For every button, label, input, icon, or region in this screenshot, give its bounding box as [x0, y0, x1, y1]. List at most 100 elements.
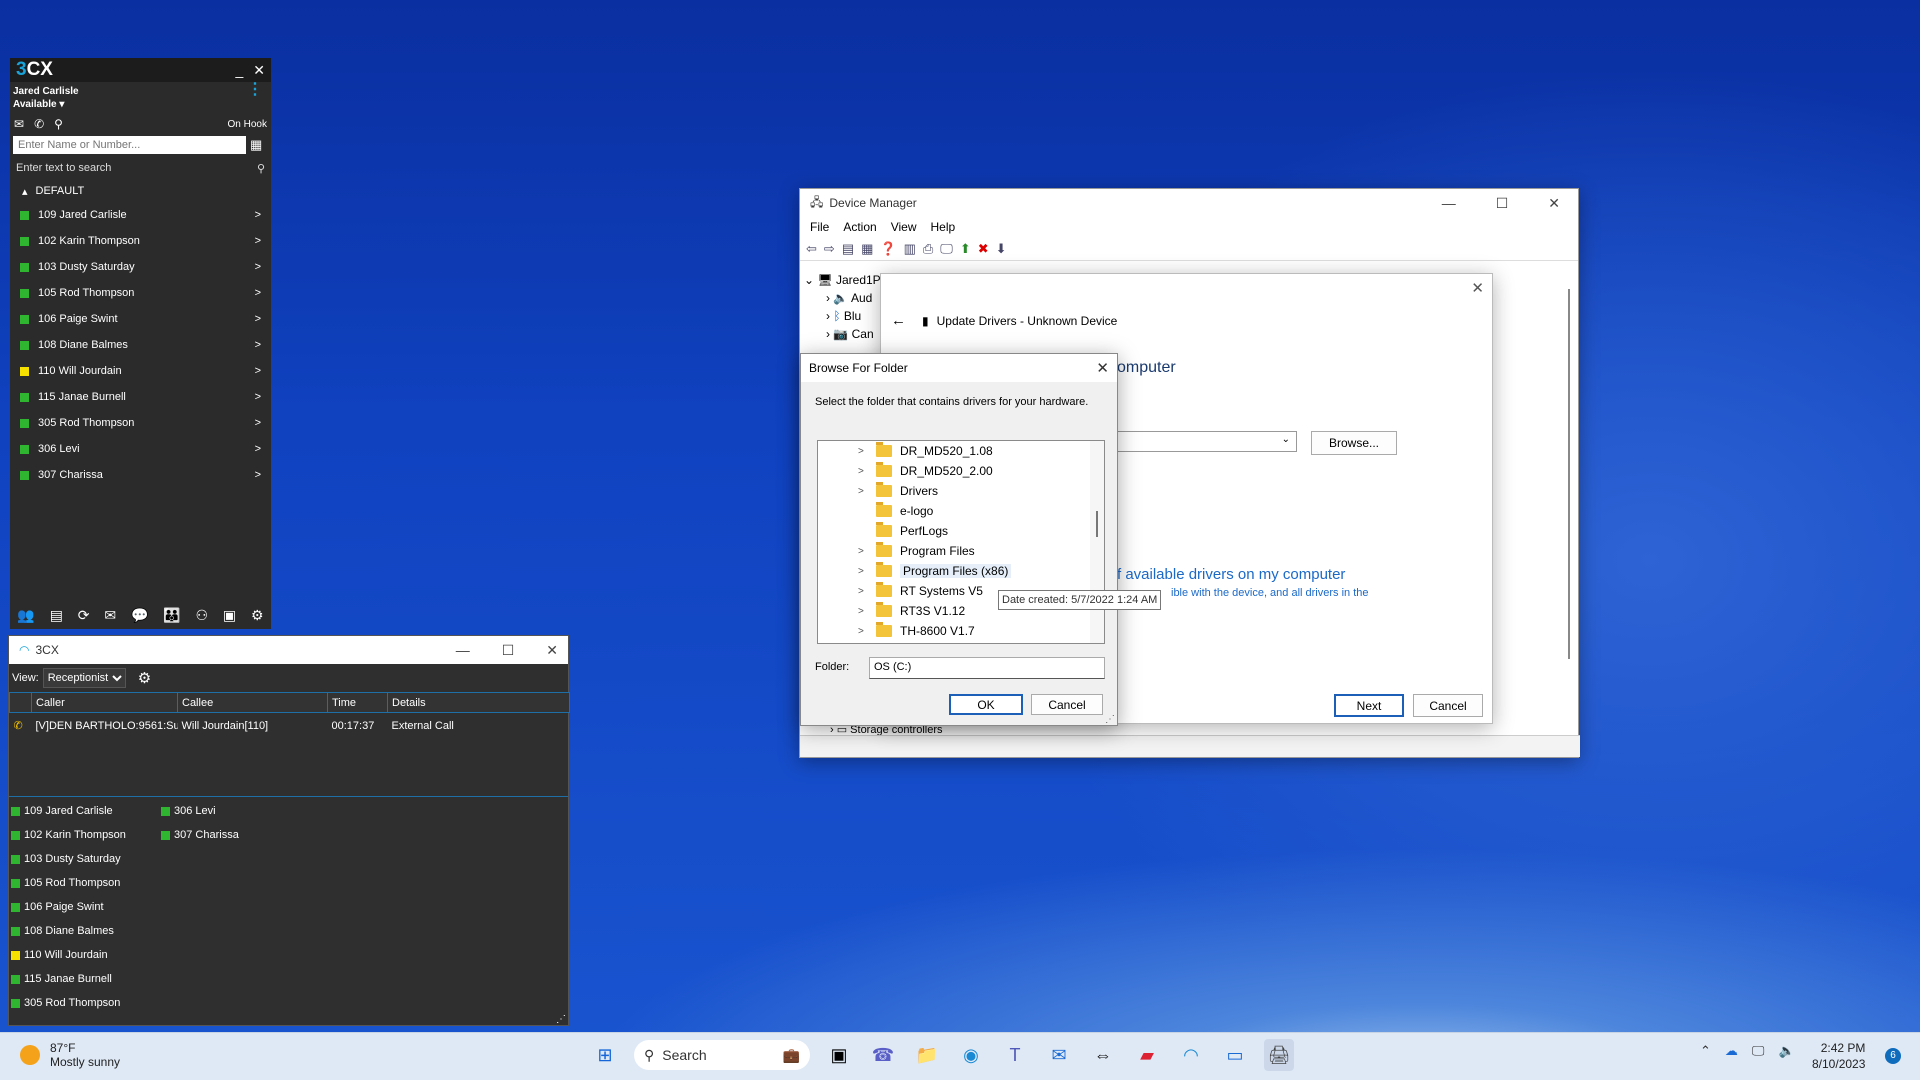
tree-item-bluetooth[interactable]: › ᛒ Blu [804, 307, 881, 325]
file-explorer-icon[interactable]: 📁 [912, 1039, 942, 1071]
uninstall-icon[interactable]: ✖ [978, 241, 989, 257]
monitor-icon[interactable]: 🖵 [940, 241, 953, 257]
chevron-up-icon[interactable]: ⌃ [1700, 1043, 1711, 1059]
minimize-icon[interactable]: — [456, 642, 470, 659]
weather-widget[interactable]: 87°F Mostly sunny [20, 1041, 120, 1069]
folder-item[interactable]: > TH-8600 V1.7 [818, 621, 1104, 641]
callee-header[interactable]: Callee [177, 692, 328, 713]
conference-icon[interactable]: 👪 [163, 607, 180, 624]
back-icon[interactable]: ⇦ [806, 241, 817, 257]
group-icon[interactable]: ⚇ [196, 607, 209, 624]
download-icon[interactable]: ⬇ [996, 241, 1007, 257]
task-view-icon[interactable]: ▣ [824, 1039, 854, 1071]
folder-item[interactable]: e-logo [818, 501, 1104, 521]
scrollbar[interactable] [1568, 289, 1570, 659]
extension-item[interactable]: 115 Janae Burnell [11, 967, 161, 991]
search-icon[interactable]: ⚲ [257, 162, 265, 175]
close-icon[interactable]: ✕ [1548, 195, 1560, 212]
chevron-right-icon[interactable]: > [255, 209, 261, 221]
details-header[interactable]: Details [387, 692, 570, 713]
chevron-right-icon[interactable]: > [858, 486, 868, 497]
teams-icon[interactable]: T [1000, 1039, 1030, 1071]
search-icon[interactable]: ⚲ [54, 117, 63, 131]
table-row[interactable]: ✆ [V]DEN BARTHOLO:9561:Su Will Jourdain[… [10, 713, 570, 739]
extension-item[interactable]: 102 Karin Thompson [11, 823, 161, 847]
contact-item[interactable]: 305 Rod Thompson > [10, 410, 271, 436]
extension-item[interactable]: 306 Levi [161, 799, 311, 823]
resize-grip-icon[interactable]: ⋰ [556, 1014, 566, 1025]
contact-item[interactable]: 108 Diane Balmes > [10, 332, 271, 358]
phone-icon[interactable]: ✆ [34, 117, 44, 131]
taskbar-search[interactable]: ⚲ Search 💼 [634, 1040, 810, 1070]
onedrive-icon[interactable]: ☁ [1725, 1043, 1738, 1059]
maximize-icon[interactable]: ☐ [1496, 195, 1509, 212]
view-select[interactable]: Receptionist [42, 668, 126, 688]
folder-item[interactable]: > DR_MD520_1.08 [818, 441, 1104, 461]
more-options-icon[interactable]: ⋮ [247, 82, 263, 98]
folder-item[interactable]: > Drivers [818, 481, 1104, 501]
cancel-button[interactable]: Cancel [1031, 694, 1103, 715]
folder-item[interactable]: PerfLogs [818, 521, 1104, 541]
contact-item[interactable]: 109 Jared Carlisle > [10, 202, 271, 228]
extension-item[interactable]: 110 Will Jourdain [11, 943, 161, 967]
close-icon[interactable]: ✕ [1471, 279, 1484, 297]
contact-item[interactable]: 110 Will Jourdain > [10, 358, 271, 384]
properties-icon[interactable]: ▤ [842, 241, 854, 257]
start-icon[interactable]: ⊞ [590, 1039, 620, 1071]
chat-icon[interactable]: ☎ [868, 1039, 898, 1071]
chevron-right-icon[interactable]: > [255, 365, 261, 377]
extension-item[interactable]: 103 Dusty Saturday [11, 847, 161, 871]
chat-icon[interactable]: 💬 [131, 607, 148, 624]
settings-icon[interactable]: ⚙ [138, 669, 151, 687]
3cx-icon[interactable]: ◠ [1176, 1039, 1206, 1071]
chevron-right-icon[interactable]: > [255, 469, 261, 481]
back-icon[interactable]: ← [891, 312, 906, 329]
chevron-right-icon[interactable]: > [255, 287, 261, 299]
console-icon[interactable]: ▥ [904, 241, 916, 257]
voicemail-icon[interactable]: ✉ [104, 607, 116, 624]
tree-item-audio[interactable]: › 🔈 Aud [804, 289, 881, 307]
pick-from-list-link[interactable]: f available drivers on my computer [1117, 566, 1345, 583]
extension-item[interactable]: 305 Rod Thompson [11, 991, 161, 1015]
minimize-icon[interactable]: _ [235, 62, 243, 78]
device-manager-icon[interactable]: 🖨 [1264, 1039, 1294, 1071]
caller-header[interactable]: Caller [31, 692, 178, 713]
chevron-right-icon[interactable]: > [858, 546, 868, 557]
volume-icon[interactable]: 🔈 [1778, 1043, 1794, 1059]
contact-search[interactable]: Enter text to search ⚲ [10, 156, 271, 180]
contact-item[interactable]: 103 Dusty Saturday > [10, 254, 271, 280]
view-icon[interactable]: ▦ [861, 241, 873, 257]
maximize-icon[interactable]: ☐ [502, 642, 515, 659]
chevron-right-icon[interactable]: > [255, 235, 261, 247]
contact-item[interactable]: 106 Paige Swint > [10, 306, 271, 332]
chevron-right-icon[interactable]: > [858, 446, 868, 457]
menu-file[interactable]: File [810, 220, 829, 234]
cancel-button[interactable]: Cancel [1413, 694, 1483, 717]
contact-item[interactable]: 115 Janae Burnell > [10, 384, 271, 410]
browse-button[interactable]: Browse... [1311, 431, 1397, 455]
app-icon[interactable]: ▰ [1132, 1039, 1162, 1071]
forward-icon[interactable]: ⇨ [824, 241, 835, 257]
extension-item[interactable]: 106 Paige Swint [11, 895, 161, 919]
folder-field[interactable]: OS (C:) [869, 657, 1105, 679]
add-driver-icon[interactable]: ⬆ [960, 241, 971, 257]
close-icon[interactable]: ✕ [1096, 359, 1109, 377]
extension-item[interactable]: 105 Rod Thompson [11, 871, 161, 895]
chevron-right-icon[interactable]: > [858, 566, 868, 577]
extension-item[interactable]: 108 Diane Balmes [11, 919, 161, 943]
chevron-right-icon[interactable]: > [255, 443, 261, 455]
clock[interactable]: 2:42 PM 8/10/2023 [1812, 1040, 1865, 1072]
notification-badge[interactable]: 6 [1885, 1048, 1901, 1064]
close-icon[interactable]: ✕ [253, 62, 265, 78]
resize-grip-icon[interactable]: ⋰ [1105, 714, 1115, 725]
path-combobox[interactable]: ⌄ [1115, 431, 1297, 452]
group-header[interactable]: ▴ DEFAULT [10, 180, 271, 202]
contact-item[interactable]: 306 Levi > [10, 436, 271, 462]
time-header[interactable]: Time [327, 692, 388, 713]
edge-icon[interactable]: ◉ [956, 1039, 986, 1071]
call-log-icon[interactable]: ▤ [50, 607, 63, 624]
dialpad-icon[interactable]: ▦ [250, 137, 262, 153]
minimize-icon[interactable]: — [1442, 195, 1456, 212]
next-button[interactable]: Next [1334, 694, 1404, 717]
chevron-right-icon[interactable]: > [858, 606, 868, 617]
